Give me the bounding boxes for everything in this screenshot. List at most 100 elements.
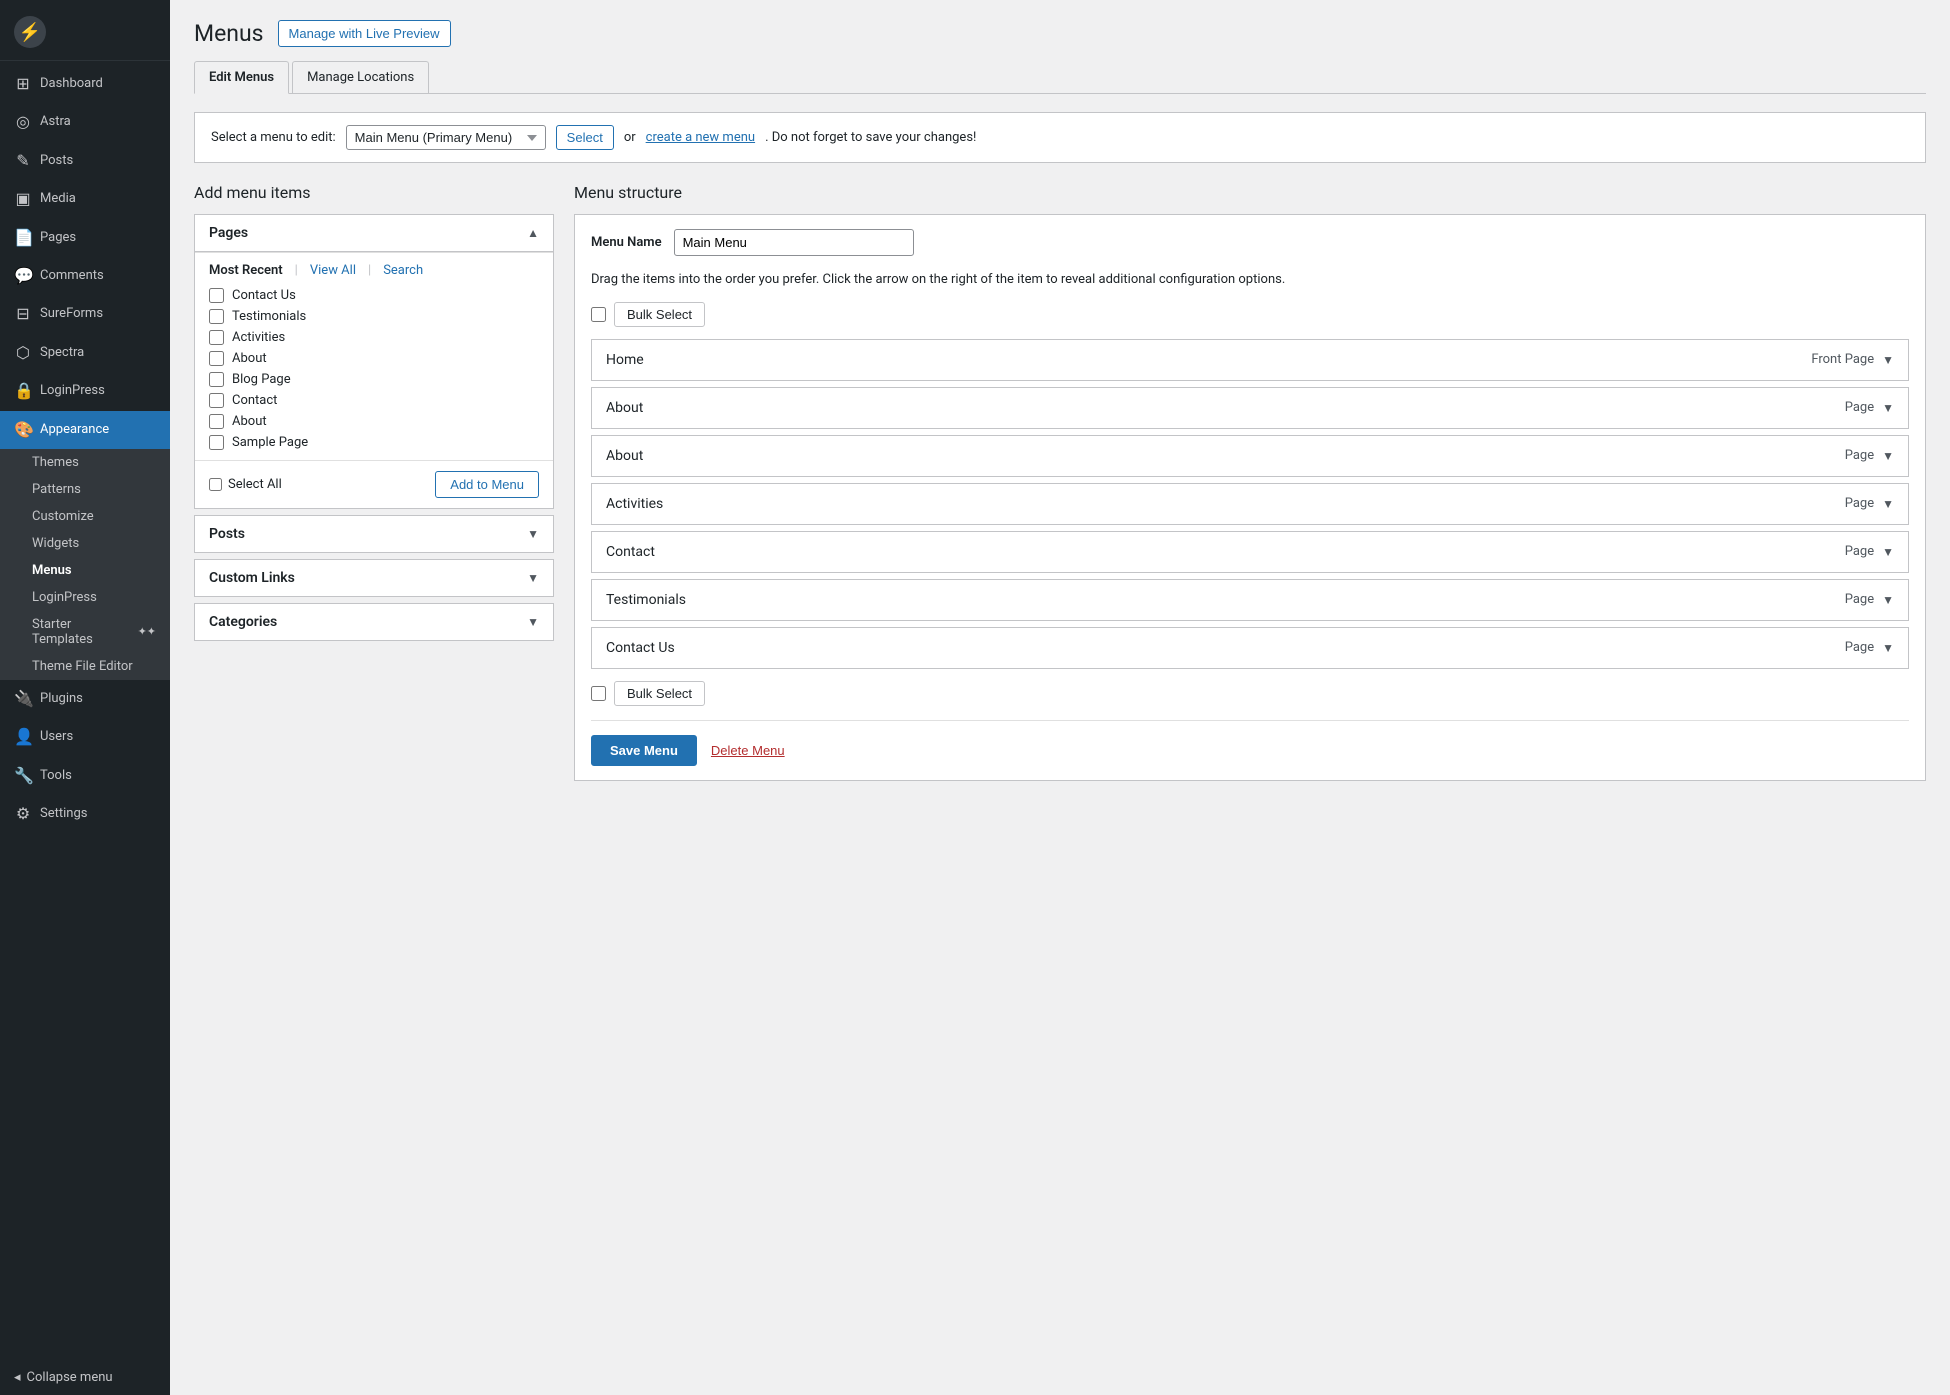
sidebar-item-label: Settings [40, 805, 87, 823]
menu-item-about1-label: About [606, 400, 643, 416]
sidebar-item-loginpress[interactable]: 🔒 LoginPress [0, 372, 170, 410]
sidebar-item-label: Comments [40, 267, 104, 285]
menu-item-activities-label: Activities [606, 496, 663, 512]
sidebar-item-appearance[interactable]: 🎨 Appearance [0, 411, 170, 449]
page-cb-about2-input[interactable] [209, 414, 224, 429]
sidebar-item-tools[interactable]: 🔧 Tools [0, 757, 170, 795]
bulk-select-top: Bulk Select [591, 302, 1909, 327]
tab-manage-locations[interactable]: Manage Locations [292, 61, 429, 93]
menu-item-contact-us-type: Page [1845, 640, 1874, 655]
page-cb-activities[interactable]: Activities [209, 330, 539, 345]
menu-item-contact-chevron-icon[interactable]: ▼ [1882, 545, 1894, 559]
menu-item-home-type: Front Page [1811, 352, 1874, 367]
select-all-checkbox[interactable] [209, 478, 222, 491]
appearance-icon: 🎨 [14, 419, 32, 441]
menu-item-home[interactable]: Home Front Page ▼ [591, 339, 1909, 381]
sidebar-sub-starter-templates[interactable]: Starter Templates ✦✦ [0, 611, 170, 653]
menu-item-about1-chevron-icon[interactable]: ▼ [1882, 401, 1894, 415]
sidebar-item-sureforms[interactable]: ⊟ SureForms [0, 295, 170, 333]
bulk-select-top-checkbox[interactable] [591, 307, 606, 322]
sidebar-sub-theme-file-editor[interactable]: Theme File Editor [0, 653, 170, 680]
page-cb-contact-us-input[interactable] [209, 288, 224, 303]
menu-item-about1-right: Page ▼ [1845, 400, 1894, 415]
menu-item-about2-chevron-icon[interactable]: ▼ [1882, 449, 1894, 463]
menu-item-home-chevron-icon[interactable]: ▼ [1882, 353, 1894, 367]
page-cb-contact-us[interactable]: Contact Us [209, 288, 539, 303]
page-cb-sample-page-input[interactable] [209, 435, 224, 450]
page-cb-about2[interactable]: About [209, 414, 539, 429]
menu-item-testimonials-chevron-icon[interactable]: ▼ [1882, 593, 1894, 607]
sub-tab-search[interactable]: Search [383, 263, 423, 278]
page-cb-activities-input[interactable] [209, 330, 224, 345]
add-to-menu-button[interactable]: Add to Menu [435, 471, 539, 498]
sidebar-item-astra[interactable]: ◎ Astra [0, 103, 170, 141]
main-content: Menus Manage with Live Preview Edit Menu… [170, 0, 1950, 1395]
wp-logo-icon: ⚡ [14, 16, 46, 48]
pages-accordion-title: Pages [209, 225, 248, 241]
categories-accordion: Categories ▼ [194, 603, 554, 641]
page-cb-testimonials-input[interactable] [209, 309, 224, 324]
menu-item-about1[interactable]: About Page ▼ [591, 387, 1909, 429]
collapse-menu-btn[interactable]: ◂ Collapse menu [0, 1360, 170, 1395]
sureforms-icon: ⊟ [14, 303, 32, 325]
menu-item-contact-us-chevron-icon[interactable]: ▼ [1882, 641, 1894, 655]
sidebar-item-label: Astra [40, 113, 71, 131]
page-cb-about1[interactable]: About [209, 351, 539, 366]
delete-menu-button[interactable]: Delete Menu [711, 743, 785, 758]
page-cb-contact[interactable]: Contact [209, 393, 539, 408]
sub-tab-most-recent[interactable]: Most Recent [209, 263, 283, 278]
add-menu-items-title: Add menu items [194, 183, 554, 202]
sub-tab-view-all[interactable]: View All [310, 263, 356, 278]
posts-accordion-header[interactable]: Posts ▼ [195, 516, 553, 552]
sidebar-item-users[interactable]: 👤 Users [0, 718, 170, 756]
sidebar-item-spectra[interactable]: ⬡ Spectra [0, 334, 170, 372]
sidebar-sub-themes[interactable]: Themes [0, 449, 170, 476]
sidebar-item-settings[interactable]: ⚙ Settings [0, 795, 170, 833]
pages-accordion-header[interactable]: Pages ▲ [195, 215, 553, 252]
menu-item-activities-chevron-icon[interactable]: ▼ [1882, 497, 1894, 511]
page-cb-sample-page[interactable]: Sample Page [209, 435, 539, 450]
two-col-layout: Add menu items Pages ▲ Most Recent | Vie… [194, 183, 1926, 781]
live-preview-button[interactable]: Manage with Live Preview [278, 20, 451, 47]
page-cb-label: Activities [232, 330, 285, 345]
sidebar-sub-menus[interactable]: Menus [0, 557, 170, 584]
create-new-menu-link[interactable]: create a new menu [646, 130, 755, 145]
sidebar-item-label: SureForms [40, 305, 103, 323]
menu-name-input[interactable] [674, 229, 914, 256]
sidebar-sub-loginpress[interactable]: LoginPress [0, 584, 170, 611]
sidebar-item-media[interactable]: ▣ Media [0, 180, 170, 218]
sidebar-item-comments[interactable]: 💬 Comments [0, 257, 170, 295]
page-cb-label: Contact [232, 393, 277, 408]
page-cb-contact-input[interactable] [209, 393, 224, 408]
menu-select[interactable]: Main Menu (Primary Menu) Footer Menu Mob… [346, 125, 546, 150]
sidebar-sub-widgets[interactable]: Widgets [0, 530, 170, 557]
page-cb-testimonials[interactable]: Testimonials [209, 309, 539, 324]
save-menu-button[interactable]: Save Menu [591, 735, 697, 766]
menu-item-contact[interactable]: Contact Page ▼ [591, 531, 1909, 573]
bulk-select-bottom-button[interactable]: Bulk Select [614, 681, 705, 706]
sidebar-sub-patterns[interactable]: Patterns [0, 476, 170, 503]
page-cb-about1-input[interactable] [209, 351, 224, 366]
categories-accordion-header[interactable]: Categories ▼ [195, 604, 553, 640]
starter-templates-label: Starter Templates [32, 617, 134, 647]
bulk-select-top-button[interactable]: Bulk Select [614, 302, 705, 327]
page-cb-label: About [232, 414, 267, 429]
select-all-label[interactable]: Select All [209, 477, 282, 492]
select-button[interactable]: Select [556, 125, 614, 150]
page-cb-blog-page-input[interactable] [209, 372, 224, 387]
page-cb-blog-page[interactable]: Blog Page [209, 372, 539, 387]
sidebar-item-dashboard[interactable]: ⊞ Dashboard [0, 65, 170, 103]
custom-links-accordion-header[interactable]: Custom Links ▼ [195, 560, 553, 596]
menu-item-contact-us-label: Contact Us [606, 640, 675, 656]
sidebar-sub-customize[interactable]: Customize [0, 503, 170, 530]
menu-item-activities[interactable]: Activities Page ▼ [591, 483, 1909, 525]
sidebar-item-plugins[interactable]: 🔌 Plugins [0, 680, 170, 718]
sidebar-item-pages[interactable]: 📄 Pages [0, 219, 170, 257]
menu-item-about2[interactable]: About Page ▼ [591, 435, 1909, 477]
tab-edit-menus[interactable]: Edit Menus [194, 61, 289, 94]
sidebar-item-posts[interactable]: ✎ Posts [0, 142, 170, 180]
menu-item-contact-us[interactable]: Contact Us Page ▼ [591, 627, 1909, 669]
bulk-select-bottom-checkbox[interactable] [591, 686, 606, 701]
menu-item-contact-type: Page [1845, 544, 1874, 559]
menu-item-testimonials[interactable]: Testimonials Page ▼ [591, 579, 1909, 621]
